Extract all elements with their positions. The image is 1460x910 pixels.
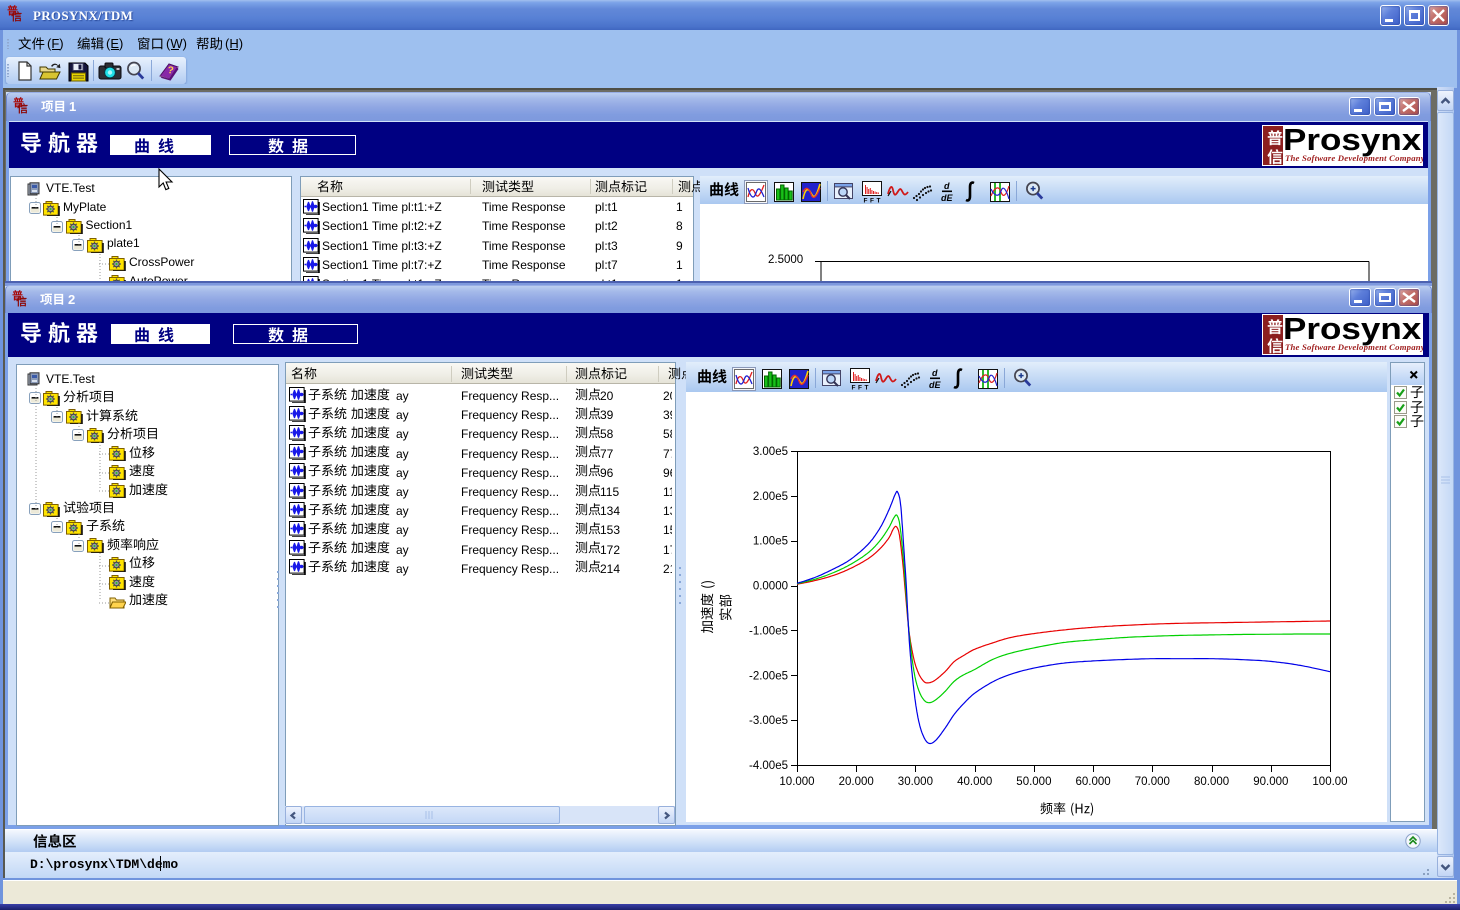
svg-text:-3.00e5: -3.00e5 [749, 715, 788, 727]
svg-text:2.00e5: 2.00e5 [753, 491, 788, 503]
svg-text:1.00e5: 1.00e5 [753, 536, 788, 548]
svg-text:60.000: 60.000 [1076, 776, 1111, 788]
svg-text:70.000: 70.000 [1135, 776, 1170, 788]
svg-text:F F T: F F T [852, 385, 869, 391]
svg-text:F F T: F F T [864, 198, 881, 204]
svg-text:40.000: 40.000 [957, 776, 992, 788]
svg-text:10.000: 10.000 [779, 776, 814, 788]
svg-text:0.0000: 0.0000 [753, 581, 788, 593]
svg-text:90.000: 90.000 [1253, 776, 1288, 788]
svg-text:-4.00e5: -4.00e5 [749, 760, 788, 772]
svg-text:20.000: 20.000 [839, 776, 874, 788]
svg-text:dE: dE [929, 380, 941, 390]
svg-text:d: d [932, 368, 938, 378]
svg-text:100.00: 100.00 [1312, 776, 1347, 788]
svg-text:-1.00e5: -1.00e5 [749, 625, 788, 637]
svg-text:3.00e5: 3.00e5 [753, 446, 788, 458]
svg-text:80.000: 80.000 [1194, 776, 1229, 788]
svg-text:30.000: 30.000 [898, 776, 933, 788]
svg-text:d: d [944, 181, 950, 191]
svg-text:dE: dE [941, 193, 953, 203]
svg-text:50.000: 50.000 [1016, 776, 1051, 788]
svg-text:-2.00e5: -2.00e5 [749, 670, 788, 682]
